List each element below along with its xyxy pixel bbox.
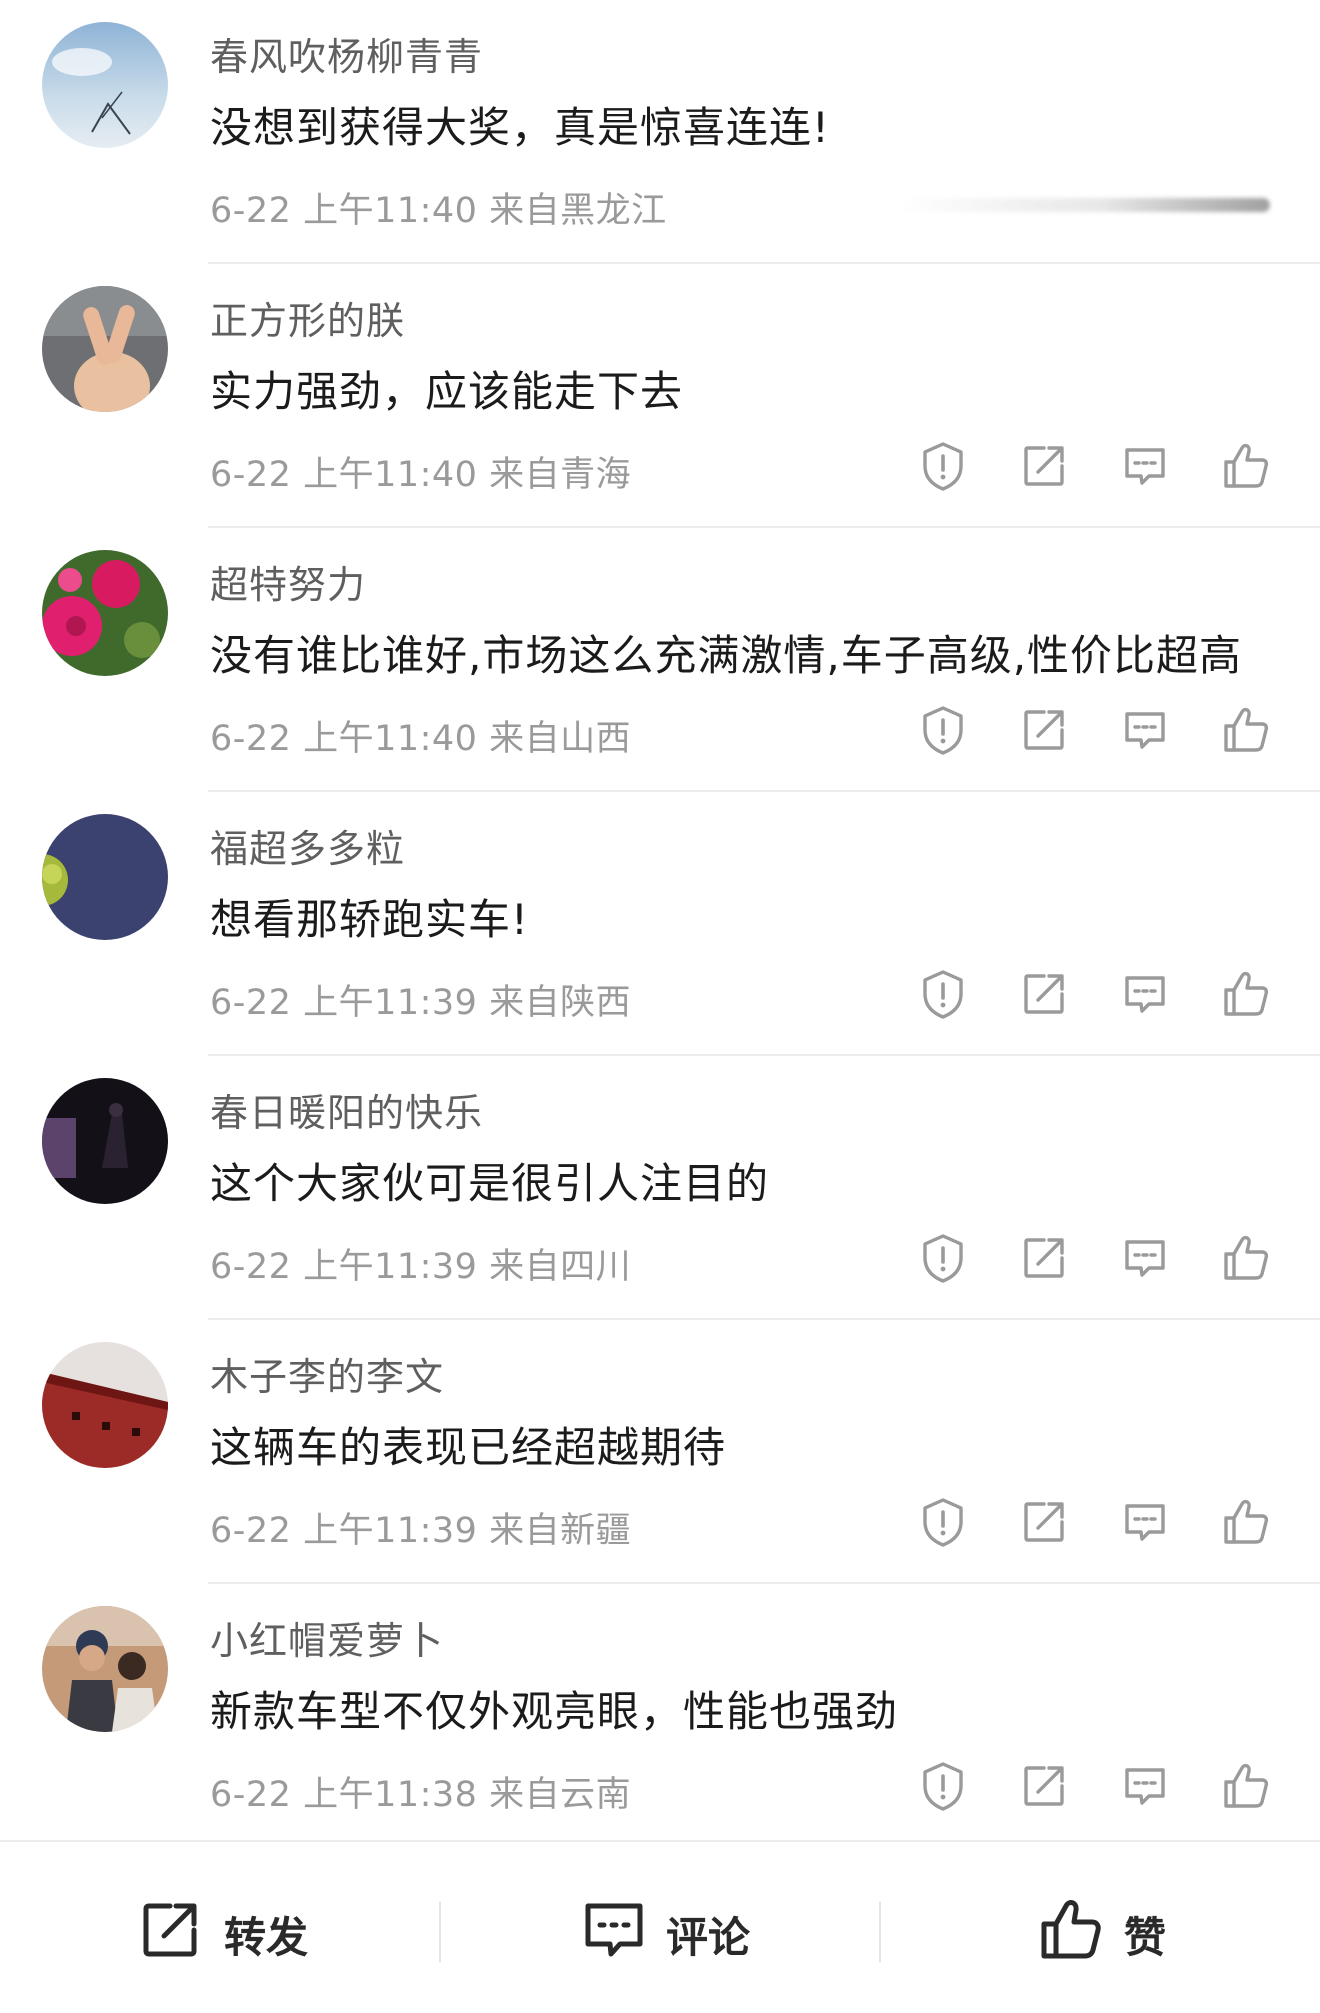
reply-icon[interactable] (1115, 1228, 1175, 1288)
report-icon[interactable] (913, 1228, 973, 1288)
avatar[interactable] (42, 1606, 168, 1732)
blurred-action-strip (900, 198, 1270, 212)
comment-item: 超特努力 没有谁比谁好,市场这么充满激情,车子高级,性价比超高 6-22 上午1… (0, 528, 1320, 792)
like-icon[interactable] (1216, 1756, 1276, 1816)
comment-item: 春风吹杨柳青青 没想到获得大奖，真是惊喜连连! 6-22 上午11:40 来自黑… (0, 0, 1320, 264)
user-name[interactable]: 超特努力 (210, 554, 366, 609)
reply-icon[interactable] (1115, 1492, 1175, 1552)
report-icon[interactable] (913, 700, 973, 760)
share-square-icon (134, 1894, 206, 1966)
comment-text: 新款车型不仅外观亮眼，性能也强劲 (210, 1687, 899, 1736)
user-name[interactable]: 春日暖阳的快乐 (210, 1082, 483, 1137)
avatar[interactable] (42, 1342, 168, 1468)
reply-icon[interactable] (1115, 1756, 1175, 1816)
avatar[interactable] (42, 22, 168, 148)
user-name[interactable]: 正方形的朕 (210, 290, 405, 345)
user-name[interactable]: 木子李的李文 (210, 1346, 444, 1401)
repost-icon[interactable] (1014, 436, 1074, 496)
reply-icon[interactable] (1115, 964, 1175, 1024)
comment-actions (0, 964, 1320, 1024)
reply-icon[interactable] (1115, 700, 1175, 760)
avatar[interactable] (42, 814, 168, 940)
comment-bubble-icon (578, 1894, 650, 1966)
repost-icon[interactable] (1014, 1492, 1074, 1552)
repost-icon[interactable] (1014, 964, 1074, 1024)
report-icon[interactable] (913, 1492, 973, 1552)
comment-actions (0, 1492, 1320, 1552)
user-name[interactable]: 春风吹杨柳青青 (210, 26, 483, 81)
repost-icon[interactable] (1014, 1228, 1074, 1288)
comment-text: 这个大家伙可是很引人注目的 (210, 1159, 770, 1208)
reply-icon[interactable] (1115, 436, 1175, 496)
comment-item: 木子李的李文 这辆车的表现已经超越期待 6-22 上午11:39 来自新疆 (0, 1320, 1320, 1584)
comment-text: 这辆车的表现已经超越期待 (210, 1423, 727, 1472)
forward-button[interactable]: 转发 (0, 1842, 440, 2013)
comment-item: 春日暖阳的快乐 这个大家伙可是很引人注目的 6-22 上午11:39 来自四川 (0, 1056, 1320, 1320)
comment-item: 正方形的朕 实力强劲，应该能走下去 6-22 上午11:40 来自青海 (0, 264, 1320, 528)
forward-label: 转发 (224, 1913, 309, 1962)
comment-text: 实力强劲，应该能走下去 (210, 367, 684, 416)
repost-icon[interactable] (1014, 700, 1074, 760)
report-icon[interactable] (913, 436, 973, 496)
report-icon[interactable] (913, 1756, 973, 1816)
like-icon[interactable] (1216, 436, 1276, 496)
thumbs-up-icon (1036, 1894, 1108, 1966)
user-name[interactable]: 福超多多粒 (210, 818, 405, 873)
like-icon[interactable] (1216, 700, 1276, 760)
comment-item: 福超多多粒 想看那轿跑实车! 6-22 上午11:39 来自陕西 (0, 792, 1320, 1056)
comment-meta: 6-22 上午11:40 来自黑龙江 (210, 182, 667, 233)
comment-location: 来自黑龙江 (489, 191, 667, 231)
like-button[interactable]: 赞 (880, 1842, 1320, 2013)
avatar[interactable] (42, 1078, 168, 1204)
comment-date: 6-22 (210, 191, 292, 231)
bottom-action-bar: 转发 评论 赞 (0, 1840, 1320, 2013)
comment-actions (0, 700, 1320, 760)
comment-text: 没有谁比谁好,市场这么充满激情,车子高级,性价比超高 (210, 631, 1243, 680)
user-name[interactable]: 小红帽爱萝卜 (210, 1610, 444, 1665)
comment-actions (0, 436, 1320, 496)
like-label: 赞 (1124, 1913, 1167, 1962)
like-icon[interactable] (1216, 1228, 1276, 1288)
comment-label: 评论 (666, 1913, 751, 1962)
comment-item: 小红帽爱萝卜 新款车型不仅外观亮眼，性能也强劲 6-22 上午11:38 来自云… (0, 1584, 1320, 1848)
repost-icon[interactable] (1014, 1756, 1074, 1816)
like-icon[interactable] (1216, 964, 1276, 1024)
avatar[interactable] (42, 286, 168, 412)
comment-text: 想看那轿跑实车! (210, 895, 529, 944)
comment-button[interactable]: 评论 (440, 1842, 880, 2013)
comment-actions (0, 1228, 1320, 1288)
avatar[interactable] (42, 550, 168, 676)
comment-actions (0, 1756, 1320, 1816)
like-icon[interactable] (1216, 1492, 1276, 1552)
report-icon[interactable] (913, 964, 973, 1024)
comment-time: 上午11:40 (303, 191, 478, 231)
comment-text: 没想到获得大奖，真是惊喜连连! (210, 103, 830, 152)
